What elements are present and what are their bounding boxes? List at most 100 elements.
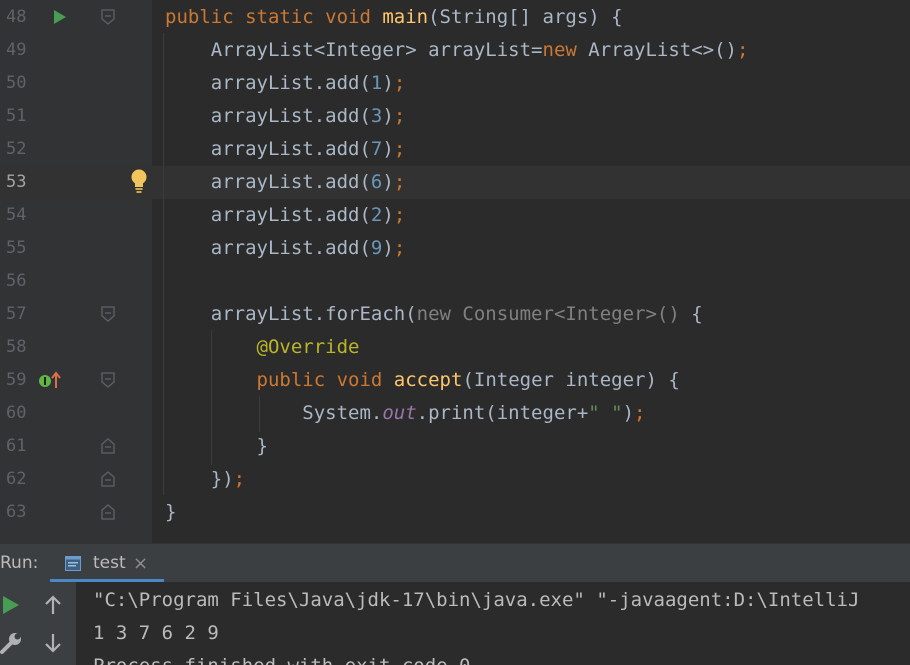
code-token: } — [165, 501, 177, 523]
code-line[interactable]: 52 arrayList.add(7); — [0, 133, 910, 166]
code-token: 7 — [370, 138, 383, 160]
fold-icon[interactable] — [100, 470, 116, 488]
code-text[interactable]: arrayList.add(6); — [165, 166, 406, 199]
code-text[interactable]: arrayList.add(2); — [165, 199, 406, 232]
line-number: 56 — [6, 271, 27, 291]
code-line[interactable]: 62 }); — [0, 463, 910, 496]
code-token: ; — [393, 237, 406, 259]
code-token: .print(integer+ — [416, 402, 589, 424]
line-number: 61 — [6, 436, 27, 456]
scroll-up-icon[interactable] — [40, 592, 66, 618]
code-line[interactable]: 54 arrayList.add(2); — [0, 199, 910, 232]
code-line[interactable]: 60 System.out.print(integer+" "); — [0, 397, 910, 430]
code-token: public static void — [165, 6, 383, 28]
code-token: accept — [393, 369, 463, 391]
code-text[interactable]: ArrayList<Integer> arrayList=new ArrayLi… — [165, 34, 749, 67]
code-text[interactable]: arrayList.add(7); — [165, 133, 406, 166]
close-icon[interactable]: × — [133, 544, 148, 583]
code-text[interactable]: @Override — [165, 331, 360, 364]
fold-icon[interactable] — [100, 437, 116, 455]
code-line[interactable]: 57 arrayList.forEach(new Consumer<Intege… — [0, 298, 910, 331]
fold-icon[interactable] — [100, 503, 116, 521]
code-line[interactable]: 61 } — [0, 430, 910, 463]
code-token: out — [382, 402, 417, 424]
code-token: " " — [588, 402, 623, 424]
code-line[interactable]: 56 — [0, 265, 910, 298]
code-token: }) — [165, 468, 234, 490]
intention-bulb-icon[interactable] — [130, 168, 148, 194]
code-token: ) — [382, 138, 394, 160]
code-token: new — [542, 39, 589, 61]
fold-icon[interactable] — [100, 305, 116, 323]
line-number: 59 — [6, 370, 27, 390]
code-text[interactable]: arrayList.add(3); — [165, 100, 406, 133]
code-token: (String[] args) { — [428, 6, 623, 28]
code-token: 6 — [370, 171, 383, 193]
code-token: ArrayList<Integer> arrayList= — [165, 39, 543, 61]
code-token: ) — [382, 72, 394, 94]
implements-method-icon[interactable] — [38, 370, 64, 390]
console-line: 1 3 7 6 2 9 — [93, 622, 219, 644]
fold-icon[interactable] — [100, 8, 116, 26]
code-text[interactable]: arrayList.forEach(new Consumer<Integer>(… — [165, 298, 703, 331]
code-line[interactable]: 55 arrayList.add(9); — [0, 232, 910, 265]
line-number: 54 — [6, 205, 27, 225]
code-token: } — [165, 435, 268, 457]
settings-wrench-icon[interactable] — [0, 630, 24, 656]
run-again-icon[interactable] — [0, 592, 24, 618]
code-token: 9 — [370, 237, 383, 259]
code-token: ; — [393, 138, 406, 160]
code-token: public void — [256, 369, 394, 391]
console-line: "C:\Program Files\Java\jdk-17\bin\java.e… — [93, 589, 860, 611]
console-tab-icon — [65, 556, 81, 571]
code-token: @Override — [256, 336, 360, 358]
code-token: ) — [382, 204, 394, 226]
code-line[interactable]: 58 @Override — [0, 331, 910, 364]
run-tab-label: test — [93, 553, 126, 573]
code-line[interactable]: 59 public void accept(Integer integer) { — [0, 364, 910, 397]
line-number: 48 — [6, 7, 27, 27]
code-token: arrayList.add( — [165, 171, 371, 193]
code-text[interactable]: arrayList.add(1); — [165, 67, 406, 100]
code-token: ; — [393, 204, 406, 226]
code-text[interactable]: public void accept(Integer integer) { — [165, 364, 680, 397]
code-token: arrayList.add( — [165, 204, 371, 226]
run-gutter-icon[interactable] — [54, 10, 66, 24]
code-line[interactable]: 50 arrayList.add(1); — [0, 67, 910, 100]
code-token: ) — [622, 402, 635, 424]
console-toolbar — [0, 582, 76, 665]
code-token: ; — [393, 171, 406, 193]
code-text[interactable]: public static void main(String[] args) { — [165, 1, 623, 34]
code-token: arrayList.add( — [165, 105, 371, 127]
fold-icon[interactable] — [100, 371, 116, 389]
code-text[interactable]: }); — [165, 463, 245, 496]
line-number: 58 — [6, 337, 27, 357]
code-token: new Consumer<Integer>() — [416, 303, 692, 325]
code-editor[interactable]: 48 public static void main(String[] args)… — [0, 0, 910, 543]
console-line: Process finished with exit code 0 — [93, 650, 471, 665]
code-text[interactable]: System.out.print(integer+" "); — [165, 397, 646, 430]
code-token: arrayList.add( — [165, 237, 371, 259]
code-token: ; — [634, 402, 646, 424]
code-token: 1 — [370, 72, 383, 94]
code-line[interactable]: 48 public static void main(String[] args)… — [0, 1, 910, 34]
code-token: System. — [165, 402, 383, 424]
code-token: (Integer integer) { — [462, 369, 680, 391]
console-output[interactable]: "C:\Program Files\Java\jdk-17\bin\java.e… — [76, 582, 910, 665]
run-tab-test[interactable]: test × — [50, 544, 164, 583]
code-line[interactable]: 63} — [0, 496, 910, 529]
code-line[interactable]: 49 ArrayList<Integer> arrayList=new Arra… — [0, 34, 910, 67]
line-number: 50 — [6, 73, 27, 93]
code-token: 2 — [370, 204, 383, 226]
code-line[interactable]: 53 arrayList.add(6); — [0, 166, 910, 199]
code-token: ) — [382, 171, 394, 193]
code-token: ; — [393, 72, 406, 94]
line-number: 49 — [6, 40, 27, 60]
run-panel-label: Run: — [0, 553, 39, 573]
code-text[interactable]: arrayList.add(9); — [165, 232, 406, 265]
code-line[interactable]: 51 arrayList.add(3); — [0, 100, 910, 133]
code-text[interactable]: } — [165, 430, 268, 463]
code-text[interactable]: } — [165, 496, 176, 529]
line-number: 51 — [6, 106, 27, 126]
scroll-down-icon[interactable] — [40, 630, 66, 656]
